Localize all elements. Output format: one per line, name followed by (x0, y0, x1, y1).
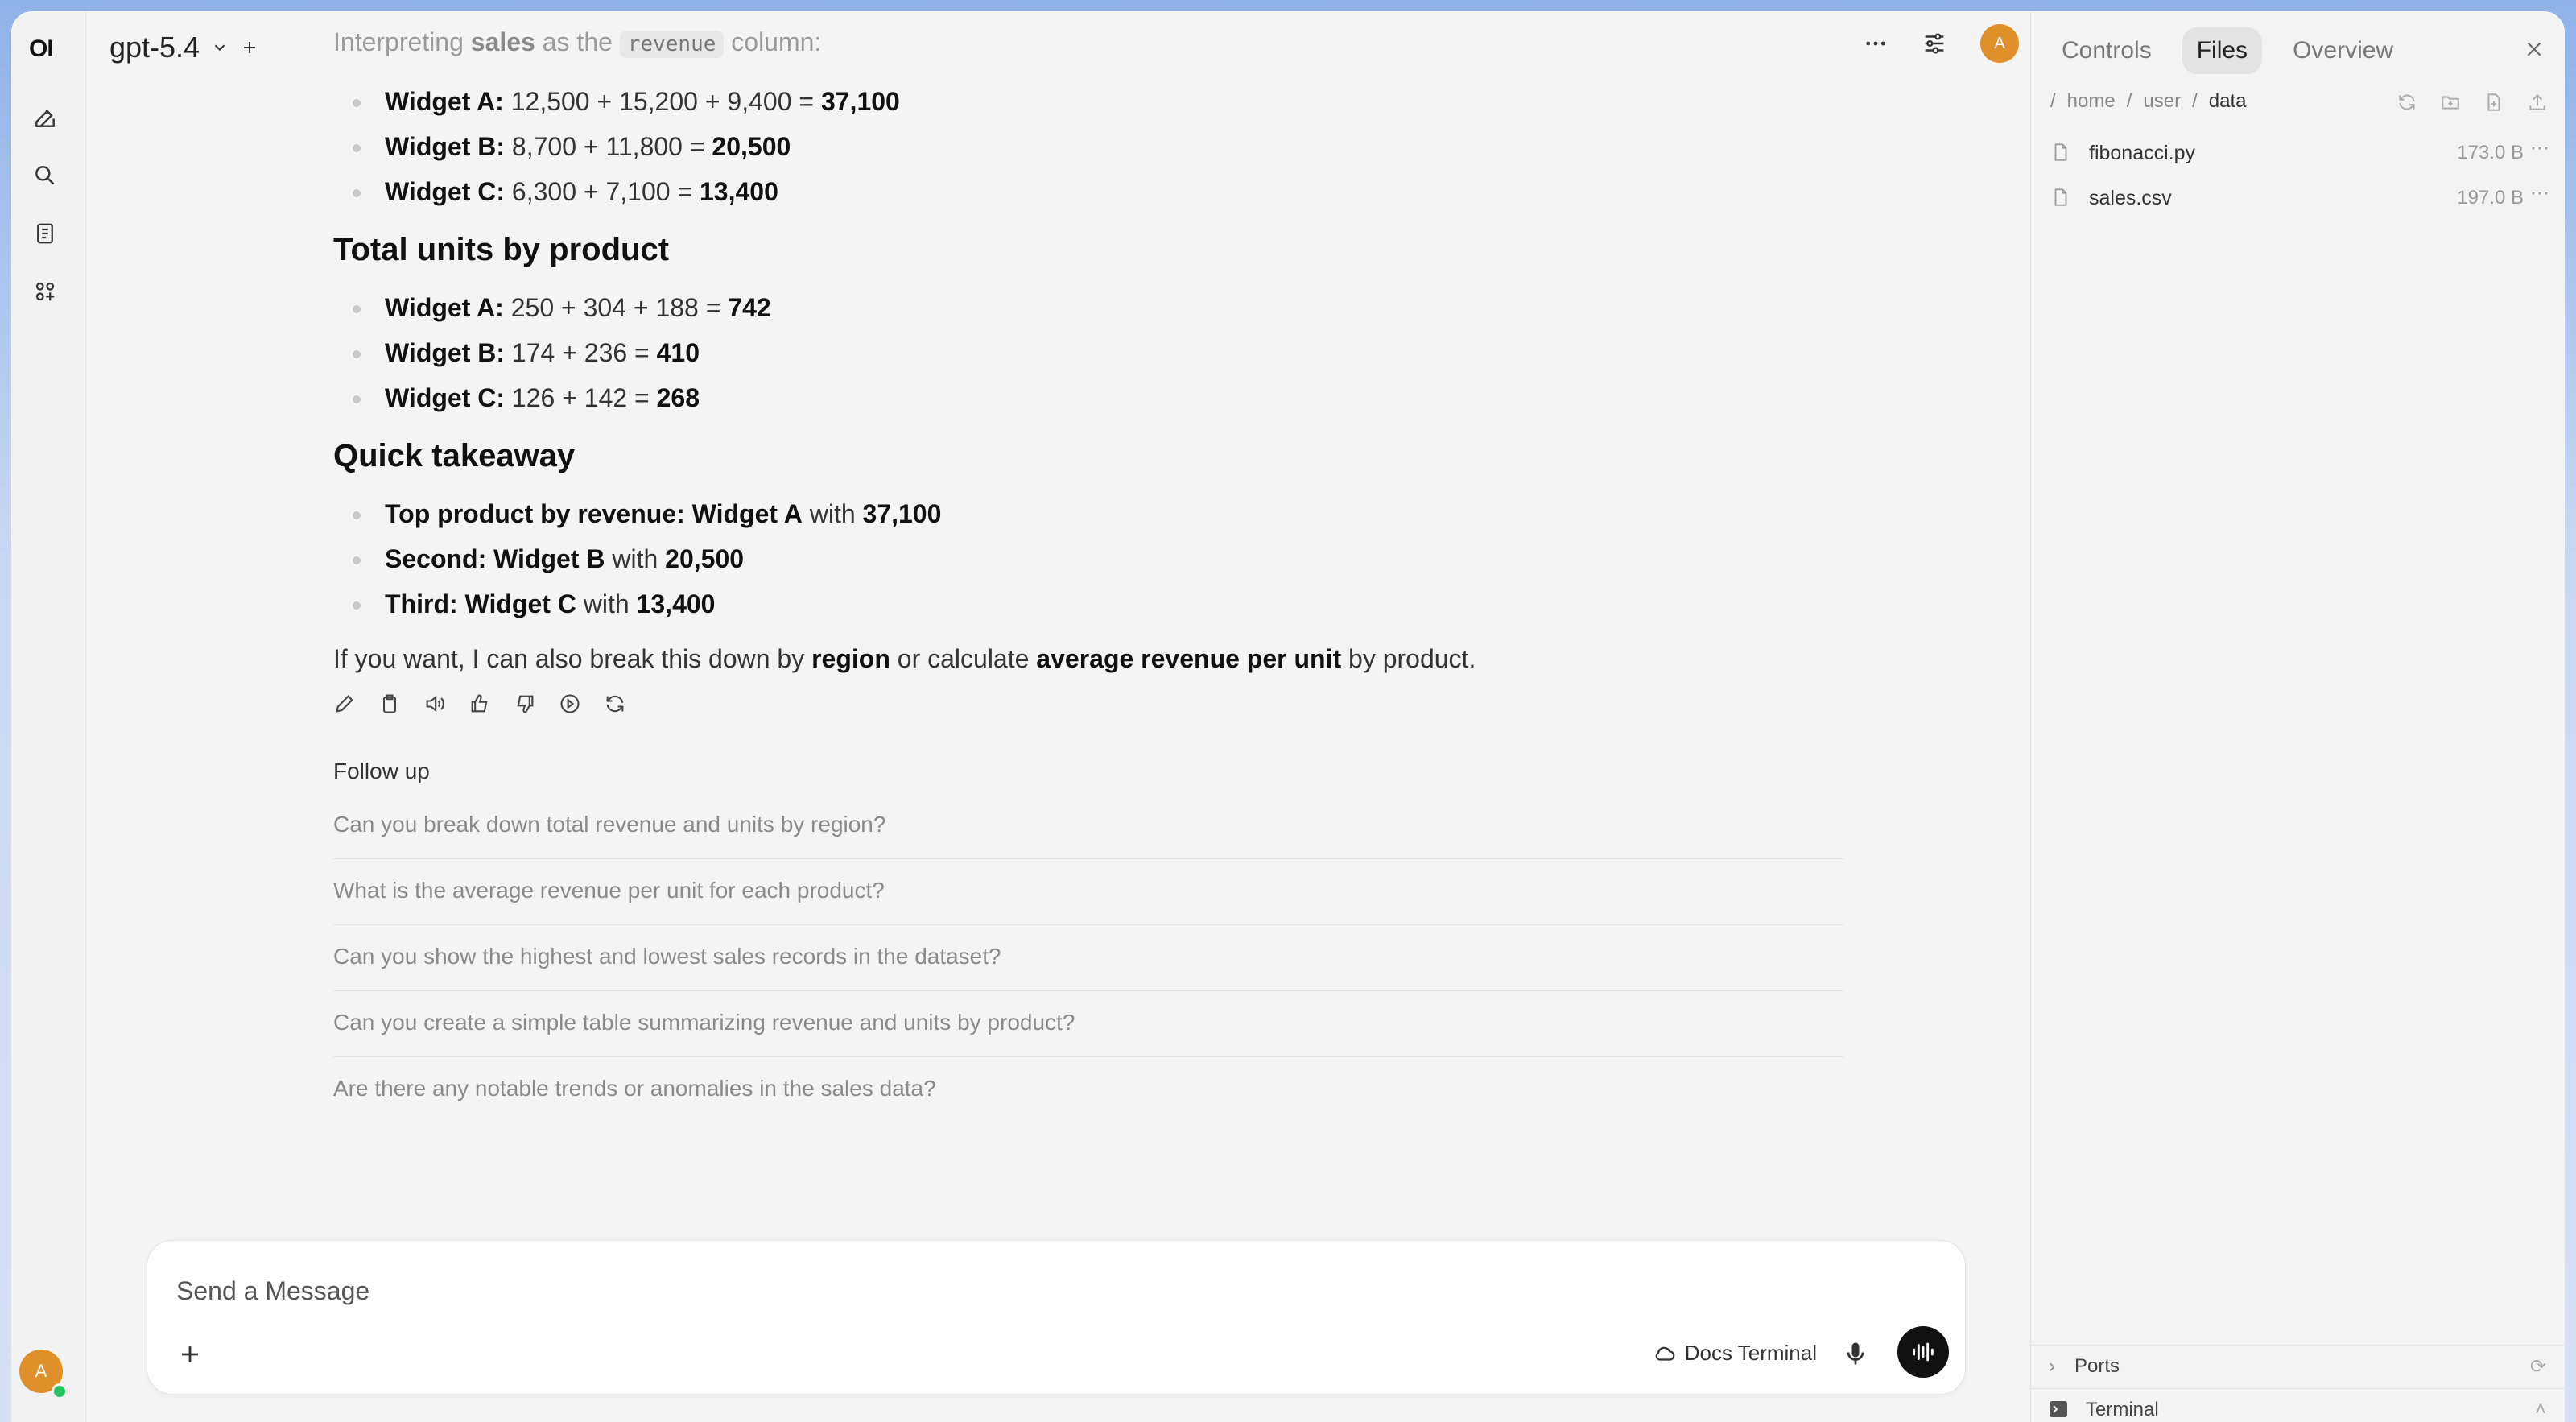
breadcrumb-home[interactable]: home (2067, 90, 2116, 113)
chevron-down-icon (214, 44, 225, 52)
list-item: Widget B: 8,700 + 11,800 = 20,500 (352, 132, 791, 161)
list-item: Top product by revenue: Widget A with 37… (352, 499, 942, 528)
copy-icon[interactable] (378, 692, 401, 715)
terminal-section[interactable]: Terminal ˄ (2031, 1388, 2565, 1422)
terminal-icon (2050, 1401, 2067, 1417)
chevron-up-icon[interactable]: ˄ (2535, 1399, 2546, 1421)
ports-section[interactable]: › Ports ⟳ (2031, 1345, 2565, 1386)
units-heading: Total units by product (333, 232, 670, 267)
model-selector[interactable]: gpt-5.4 (109, 31, 259, 64)
list-item: Widget C: 6,300 + 7,100 = 13,400 (353, 177, 778, 206)
add-model-icon[interactable] (240, 38, 259, 57)
refresh-icon[interactable] (2396, 92, 2417, 113)
list-item: Widget B: 174 + 236 = 410 (352, 338, 700, 367)
follow-up-item[interactable]: What is the average revenue per unit for… (333, 878, 1843, 925)
model-name: gpt-5.4 (109, 31, 200, 64)
message-actions (333, 692, 626, 715)
left-rail: OI A (11, 11, 86, 1422)
file-size: 197.0 B (2457, 187, 2524, 209)
regenerate-icon[interactable] (604, 692, 626, 715)
file-menu-icon[interactable]: ··· (2530, 182, 2549, 205)
top-actions: A (1863, 24, 2019, 63)
new-file-icon[interactable] (2483, 92, 2504, 113)
right-panel: Controls Files Overview / home / user / … (2030, 11, 2565, 1422)
file-row[interactable]: fibonacci.py 173.0 B ··· (2050, 135, 2549, 171)
waveform-icon (1913, 1342, 1934, 1362)
message-input[interactable]: Send a Message (176, 1276, 369, 1306)
edit-icon[interactable] (333, 692, 356, 715)
file-row[interactable]: sales.csv 197.0 B ··· (2050, 180, 2549, 216)
list-item: Widget C: 126 + 142 = 268 (352, 383, 700, 412)
add-attachment-icon[interactable] (176, 1341, 204, 1372)
follow-up-item[interactable]: Can you break down total revenue and uni… (333, 812, 1843, 859)
follow-up-item[interactable]: Can you create a simple table summarizin… (333, 1010, 1843, 1057)
list-item: Third: Widget C with 13,400 (352, 589, 716, 618)
takeaway-heading: Quick takeaway (333, 438, 576, 473)
tab-overview[interactable]: Overview (2278, 27, 2408, 74)
docs-terminal-label: Docs Terminal (1684, 1341, 1817, 1365)
follow-up-item[interactable]: Can you show the highest and lowest sale… (333, 944, 1843, 991)
ports-label: Ports (2074, 1355, 2120, 1377)
docs-terminal-button[interactable]: Docs Terminal (1653, 1341, 1817, 1366)
app-window: OI A gpt-5.4 A Interpreting sales as the… (11, 11, 2565, 1422)
upload-icon[interactable] (2527, 92, 2548, 113)
header-avatar[interactable]: A (1980, 24, 2019, 63)
microphone-icon[interactable] (1841, 1339, 1870, 1372)
list-item: Widget A: 250 + 304 + 188 = 742 (353, 293, 771, 322)
file-actions (2396, 92, 2548, 113)
list-item: Second: Widget B with 20,500 (352, 544, 745, 573)
breadcrumb: / home / user / data (2050, 90, 2247, 113)
thumbs-down-icon[interactable] (514, 692, 536, 715)
notes-icon[interactable] (27, 216, 63, 251)
thumbs-up-icon[interactable] (469, 692, 491, 715)
cloud-icon (1655, 1346, 1675, 1361)
search-icon[interactable] (27, 158, 63, 193)
workspace-icon[interactable] (27, 274, 63, 309)
controls-sliders-icon[interactable] (1921, 30, 1948, 57)
more-options-icon[interactable] (1863, 31, 1889, 56)
follow-up-item[interactable]: Are there any notable trends or anomalie… (333, 1076, 1843, 1122)
breadcrumb-user[interactable]: user (2143, 90, 2181, 113)
file-name: sales.csv (2089, 187, 2172, 209)
follow-up-heading: Follow up (333, 759, 430, 783)
voice-mode-button[interactable] (1897, 1326, 1949, 1378)
inline-code: revenue (619, 31, 724, 58)
online-status-dot (52, 1383, 68, 1399)
refresh-icon[interactable]: ⟳ (2530, 1355, 2546, 1379)
breadcrumb-data[interactable]: data (2209, 90, 2247, 113)
file-icon (2054, 188, 2067, 206)
tab-controls[interactable]: Controls (2047, 27, 2166, 74)
file-name: fibonacci.py (2089, 142, 2196, 164)
intro-middle: as the (535, 27, 620, 56)
intro-suffix: column: (724, 27, 822, 56)
file-icon (2054, 143, 2067, 161)
panel-tabs: Controls Files Overview (2047, 27, 2408, 74)
tab-files[interactable]: Files (2182, 27, 2263, 74)
read-aloud-icon[interactable] (423, 692, 446, 715)
close-icon[interactable] (2524, 39, 2545, 64)
closing-paragraph: If you want, I can also break this down … (333, 644, 1476, 673)
message-composer: Send a Message Docs Terminal (147, 1240, 1966, 1395)
app-logo[interactable]: OI (29, 35, 54, 63)
intro-line: Interpreting sales as the revenue column… (333, 27, 822, 58)
intro-prefix: Interpreting (333, 27, 471, 56)
continue-icon[interactable] (559, 692, 581, 715)
file-menu-icon[interactable]: ··· (2530, 137, 2549, 159)
file-size: 173.0 B (2457, 142, 2524, 163)
chevron-right-icon: › (2049, 1355, 2055, 1377)
new-chat-icon[interactable] (27, 100, 63, 135)
intro-bold: sales (470, 27, 535, 56)
terminal-label: Terminal (2086, 1399, 2159, 1420)
new-folder-icon[interactable] (2440, 92, 2461, 113)
list-item: Widget A: 12,500 + 15,200 + 9,400 = 37,1… (353, 87, 900, 116)
